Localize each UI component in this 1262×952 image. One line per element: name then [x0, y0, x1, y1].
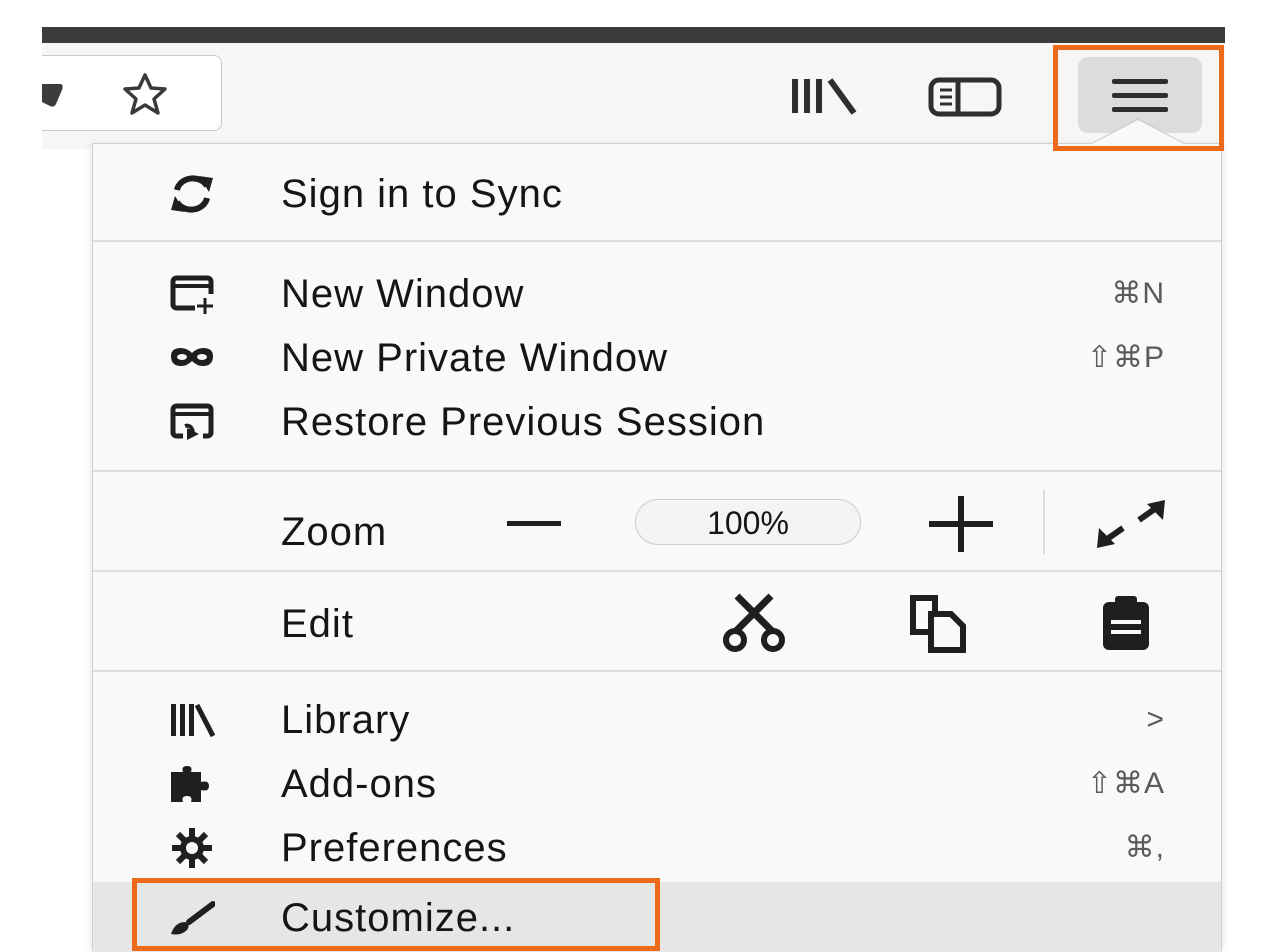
menu-item-label: Restore Previous Session [281, 400, 766, 444]
menu-separator [93, 470, 1221, 472]
menu-item-label: Preferences [281, 826, 508, 870]
copy-icon[interactable] [905, 592, 971, 654]
fullscreen-icon[interactable] [1095, 498, 1167, 550]
preferences-gear-icon [172, 828, 212, 868]
menu-item-customize[interactable]: Customize... [93, 882, 1221, 952]
private-mask-icon [171, 348, 213, 366]
menu-separator [93, 240, 1221, 242]
library-icon [171, 703, 215, 738]
menu-separator [93, 670, 1221, 672]
menu-item-preferences[interactable]: Preferences ⌘, [93, 816, 1221, 880]
keyboard-shortcut: ⇧⌘P [1086, 341, 1165, 374]
browser-toolbar [42, 43, 1225, 149]
library-icon[interactable] [790, 77, 858, 115]
menu-item-new-private-window[interactable]: New Private Window ⇧⌘P [93, 326, 1221, 390]
zoom-label: Zoom [281, 510, 388, 554]
sidebar-icon[interactable] [928, 77, 1002, 117]
submenu-chevron-icon: > [1146, 703, 1165, 736]
app-menu-panel: Sign in to Sync New Window ⌘N New Privat… [92, 143, 1222, 952]
menu-item-label: New Private Window [281, 336, 669, 380]
sync-icon [171, 175, 213, 213]
star-icon[interactable] [122, 72, 168, 116]
customize-brush-icon [171, 901, 215, 935]
edit-label: Edit [281, 602, 354, 646]
keyboard-shortcut: ⌘N [1111, 277, 1165, 310]
panel-arrow-fill [1092, 120, 1184, 144]
hamburger-menu-icon [1112, 79, 1168, 112]
keyboard-shortcut: ⇧⌘A [1086, 767, 1165, 800]
menu-item-add-ons[interactable]: Add-ons ⇧⌘A [93, 752, 1221, 816]
url-bar[interactable] [42, 55, 222, 131]
menu-separator [93, 570, 1221, 572]
pocket-icon[interactable] [42, 80, 64, 108]
menu-item-sign-in-to-sync[interactable]: Sign in to Sync [93, 162, 1221, 226]
cut-icon[interactable] [721, 592, 787, 654]
menu-item-library[interactable]: Library > [93, 688, 1221, 752]
menu-item-label: Sign in to Sync [281, 172, 563, 216]
keyboard-shortcut: ⌘, [1124, 831, 1165, 864]
zoom-in-icon[interactable] [923, 496, 999, 552]
zoom-out-icon[interactable] [503, 500, 565, 548]
zoom-reset-button[interactable]: 100% [635, 499, 861, 545]
paste-icon[interactable] [1093, 592, 1159, 654]
menu-item-label: Library [281, 698, 411, 742]
menu-item-label: Customize... [281, 896, 516, 940]
restore-session-icon [170, 403, 214, 440]
window-titlebar [42, 27, 1225, 43]
new-window-icon [170, 275, 214, 314]
addons-puzzle-icon [171, 766, 209, 802]
menu-item-new-window[interactable]: New Window ⌘N [93, 262, 1221, 326]
menu-item-restore-previous-session[interactable]: Restore Previous Session [93, 390, 1221, 454]
zoom-divider [1043, 490, 1045, 554]
menu-item-label: New Window [281, 272, 525, 316]
menu-item-label: Add-ons [281, 762, 437, 806]
